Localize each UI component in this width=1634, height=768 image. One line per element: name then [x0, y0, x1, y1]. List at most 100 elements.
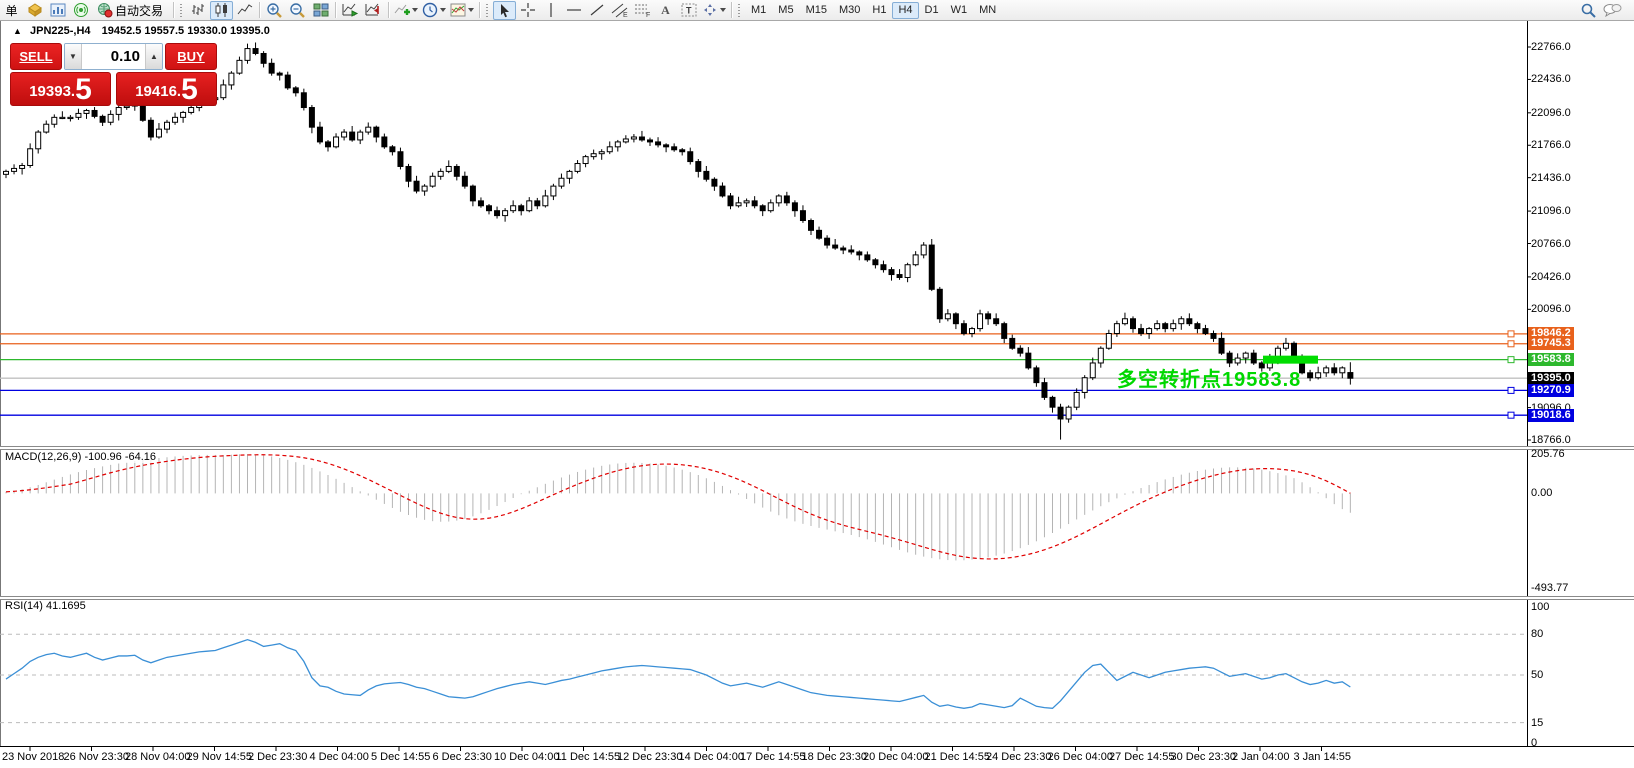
timeframe-button-h1[interactable]: H1 — [866, 2, 892, 19]
zoom-in-button[interactable] — [263, 1, 286, 20]
cursor-button[interactable] — [493, 1, 516, 20]
time-axis[interactable]: 23 Nov 201826 Nov 23:3028 Nov 04:0029 No… — [0, 748, 1634, 768]
candle-body — [390, 147, 395, 152]
candle-body — [382, 137, 387, 147]
rsi-line — [6, 640, 1350, 709]
indicators-dropdown[interactable] — [392, 1, 420, 20]
candle-body — [60, 117, 65, 118]
candlestick-chart-button[interactable] — [210, 1, 233, 20]
candle-body — [245, 49, 250, 61]
timeframe-button-h4[interactable]: H4 — [892, 2, 918, 19]
candle-body — [1211, 334, 1216, 339]
metaeditor-icon[interactable] — [23, 1, 46, 20]
signals-icon[interactable] — [69, 1, 92, 20]
one-click-trading-panel: SELL ▼ ▲ BUY 19393. 5 19416. 5 — [10, 43, 217, 106]
timeframe-button-m5[interactable]: M5 — [772, 2, 799, 19]
candle-body — [4, 171, 9, 174]
chart-title: ▲ JPN225-,H4 19452.5 19557.5 19330.0 193… — [13, 25, 270, 37]
volume-input[interactable] — [82, 44, 145, 69]
charts-profile-icon[interactable] — [46, 1, 69, 20]
collapse-panel-icon[interactable]: ▲ — [13, 26, 22, 36]
timeframe-button-d1[interactable]: D1 — [919, 2, 945, 19]
candle-body — [438, 171, 443, 176]
timeframe-button-m30[interactable]: M30 — [833, 2, 866, 19]
timeframe-button-w1[interactable]: W1 — [945, 2, 974, 19]
candle-body — [237, 60, 242, 73]
candle-body — [1034, 368, 1039, 383]
equidistant-channel-button[interactable]: E — [608, 1, 631, 20]
volume-decrease-button[interactable]: ▼ — [65, 44, 82, 69]
candle-body — [358, 132, 363, 140]
price-tick-label: 22766.0 — [1531, 41, 1571, 53]
candle-body — [108, 114, 113, 122]
rsi-label: RSI(14) 41.1695 — [5, 600, 86, 612]
timeframe-button-m15[interactable]: M15 — [800, 2, 833, 19]
level-line-handle[interactable] — [1508, 412, 1514, 418]
chat-icon[interactable] — [1600, 1, 1624, 20]
new-order-button[interactable]: 单 — [0, 1, 23, 20]
rsi-tick-label: 100 — [1531, 601, 1549, 613]
date-label: 26 Dec 04:00 — [1048, 751, 1113, 763]
candle-body — [1219, 338, 1224, 353]
horizontal-line-button[interactable] — [562, 1, 585, 20]
periods-dropdown[interactable] — [420, 1, 448, 20]
candle-body — [857, 252, 862, 255]
text-label-button[interactable]: T — [677, 1, 700, 20]
candle-body — [20, 165, 25, 168]
candle-body — [1139, 329, 1144, 334]
candle-body — [503, 211, 508, 216]
tile-windows-button[interactable] — [309, 1, 332, 20]
arrows-dropdown[interactable] — [700, 1, 728, 20]
candle-body — [1332, 368, 1337, 373]
level-line-handle[interactable] — [1508, 357, 1514, 363]
candle-body — [285, 75, 290, 88]
toolbar-separator — [479, 2, 480, 18]
candle-body — [1163, 324, 1168, 329]
autotrading-icon — [97, 2, 113, 18]
candle-body — [92, 110, 97, 116]
trendline-button[interactable] — [585, 1, 608, 20]
level-line-handle[interactable] — [1508, 341, 1514, 347]
toolbar-separator — [173, 2, 174, 18]
templates-dropdown[interactable] — [448, 1, 476, 20]
volume-increase-button[interactable]: ▲ — [145, 44, 162, 69]
vertical-line-button[interactable] — [539, 1, 562, 20]
candle-body — [1082, 378, 1087, 393]
candle-body — [1018, 348, 1023, 353]
candle-body — [189, 108, 194, 113]
date-label: 11 Dec 14:55 — [556, 751, 621, 763]
pivot-annotation-text[interactable]: 多空转折点19583.8 — [1117, 363, 1301, 392]
candle-body — [334, 137, 339, 147]
text-button[interactable]: A — [654, 1, 677, 20]
toolbar-grip — [485, 3, 489, 17]
pane-separator-rsi[interactable] — [0, 596, 1634, 600]
buy-button[interactable]: BUY — [165, 43, 217, 70]
timeframe-button-mn[interactable]: MN — [973, 2, 1002, 19]
date-label: 29 Nov 14:55 — [187, 751, 252, 763]
fibonacci-button[interactable]: F — [631, 1, 654, 20]
search-icon[interactable] — [1577, 1, 1600, 20]
zoom-out-button[interactable] — [286, 1, 309, 20]
timeframe-button-m1[interactable]: M1 — [745, 2, 772, 19]
sell-button[interactable]: SELL — [10, 43, 62, 70]
candle-body — [905, 265, 910, 278]
candle-body — [672, 147, 677, 150]
price-axis[interactable]: 22766.022436.022096.021766.021436.021096… — [1527, 21, 1634, 747]
buy-price-display[interactable]: 19416. 5 — [116, 72, 217, 106]
sell-price-display[interactable]: 19393. 5 — [10, 72, 111, 106]
auto-scroll-button[interactable] — [339, 1, 362, 20]
pane-separator-macd[interactable] — [0, 446, 1634, 450]
candle-body — [744, 201, 749, 203]
level-line-handle[interactable] — [1508, 387, 1514, 393]
level-line-handle[interactable] — [1508, 331, 1514, 337]
price-tick-label: 20766.0 — [1531, 238, 1571, 250]
candle-body — [269, 63, 274, 73]
chart-shift-button[interactable] — [362, 1, 385, 20]
autotrading-button[interactable]: 自动交易 — [92, 1, 170, 20]
line-chart-button[interactable] — [233, 1, 256, 20]
crosshair-button[interactable] — [516, 1, 539, 20]
candle-body — [978, 314, 983, 329]
rsi-tick-label: 15 — [1531, 717, 1543, 729]
candle-body — [116, 108, 121, 115]
bar-chart-button[interactable] — [187, 1, 210, 20]
